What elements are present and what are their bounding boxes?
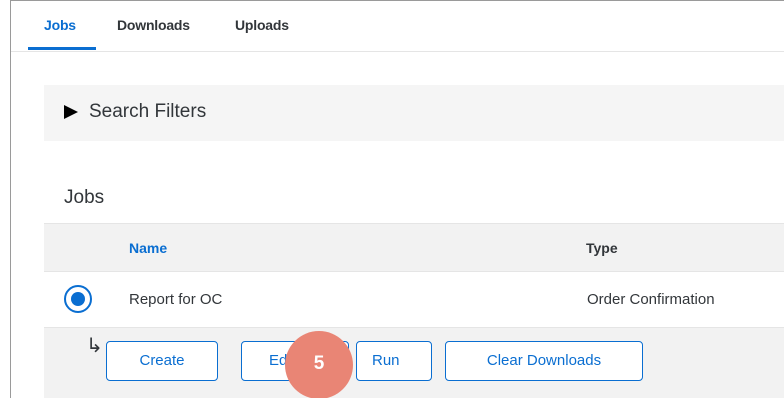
table-header: Name Type xyxy=(44,223,784,272)
jobs-panel: Jobs Downloads Uploads Search Filters Jo… xyxy=(10,0,784,398)
actions-bar: ↳ Create Ed Run Clear Downloads xyxy=(44,328,784,398)
create-button[interactable]: Create xyxy=(106,341,218,381)
tab-downloads[interactable]: Downloads xyxy=(117,17,190,33)
tab-uploads[interactable]: Uploads xyxy=(235,17,289,33)
triangle-right-icon xyxy=(64,105,78,119)
search-filters-toggle[interactable]: Search Filters xyxy=(44,85,784,141)
table-row[interactable]: Report for OC Order Confirmation xyxy=(44,272,784,328)
job-name-cell: Report for OC xyxy=(129,291,223,308)
clear-downloads-button[interactable]: Clear Downloads xyxy=(445,341,643,381)
jobs-section-title: Jobs xyxy=(64,187,105,208)
return-arrow-icon: ↳ xyxy=(86,335,103,357)
radio-selected-dot xyxy=(71,292,85,306)
job-type-cell: Order Confirmation xyxy=(587,291,715,308)
tab-jobs[interactable]: Jobs xyxy=(44,17,76,33)
step-number-badge: 5 xyxy=(285,331,353,398)
tab-bar: Jobs Downloads Uploads xyxy=(11,1,784,52)
column-header-type[interactable]: Type xyxy=(586,240,618,256)
search-filters-label: Search Filters xyxy=(89,101,207,122)
row-select-radio[interactable] xyxy=(64,285,92,313)
column-header-name[interactable]: Name xyxy=(129,240,167,256)
active-tab-indicator xyxy=(28,47,96,50)
run-button[interactable]: Run xyxy=(356,341,432,381)
